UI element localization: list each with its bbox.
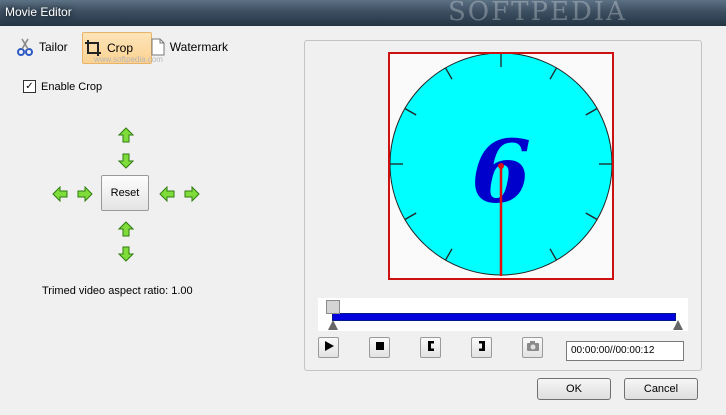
right-edge-right-arrow-icon[interactable] <box>184 185 200 203</box>
play-button[interactable] <box>318 337 339 358</box>
stop-icon <box>374 340 386 355</box>
movie-editor-window: Movie Editor SOFTPEDIA Tailor Crop Water… <box>0 0 726 415</box>
watermark-icon <box>150 37 166 57</box>
mark-out-icon <box>476 340 488 355</box>
right-edge-left-arrow-icon[interactable] <box>159 185 175 203</box>
clock-center <box>498 163 504 169</box>
start-marker-icon[interactable] <box>328 320 338 330</box>
mark-in-button[interactable] <box>420 337 441 358</box>
snapshot-button[interactable] <box>522 337 543 358</box>
tab-tailor[interactable]: Tailor <box>15 32 81 62</box>
mark-in-icon <box>425 340 437 355</box>
video-preview: 6 <box>388 52 614 280</box>
aspect-ratio-text: Trimed video aspect ratio: 1.00 <box>42 285 193 297</box>
timeline-thumb[interactable] <box>326 300 340 314</box>
left-edge-right-arrow-icon[interactable] <box>77 185 93 203</box>
top-edge-up-arrow-icon[interactable] <box>117 127 135 143</box>
enable-crop-checkbox[interactable]: ✓ <box>23 80 36 93</box>
tab-label: Crop <box>107 41 134 55</box>
reset-button[interactable]: Reset <box>101 175 149 211</box>
left-edge-left-arrow-icon[interactable] <box>52 185 68 203</box>
mark-out-button[interactable] <box>471 337 492 358</box>
enable-crop-label: Enable Crop <box>41 80 103 93</box>
ok-button[interactable]: OK <box>537 378 611 400</box>
title-bar[interactable]: Movie Editor SOFTPEDIA <box>0 0 726 27</box>
tab-label: Watermark <box>169 40 228 54</box>
play-icon <box>323 340 335 355</box>
window-title: Movie Editor <box>5 5 72 19</box>
clock-frame: 6 <box>390 54 612 276</box>
bottom-edge-down-arrow-icon[interactable] <box>117 246 135 262</box>
bottom-edge-up-arrow-icon[interactable] <box>117 221 135 237</box>
timeline-slider[interactable] <box>318 298 688 331</box>
top-edge-down-arrow-icon[interactable] <box>117 153 135 169</box>
enable-crop-row[interactable]: ✓ Enable Crop <box>23 80 102 93</box>
time-display: 00:00:00//00:00:12 <box>566 341 684 361</box>
camera-icon <box>526 340 540 355</box>
cancel-button[interactable]: Cancel <box>624 378 698 400</box>
softpedia-watermark: SOFTPEDIA <box>448 0 627 27</box>
tab-label: Tailor <box>39 40 68 54</box>
scissors-icon <box>15 37 35 57</box>
timeline-track <box>332 313 676 321</box>
stop-button[interactable] <box>369 337 390 358</box>
end-marker-icon[interactable] <box>673 320 683 330</box>
softpedia-url-watermark: www.softpedia.com <box>94 55 163 64</box>
